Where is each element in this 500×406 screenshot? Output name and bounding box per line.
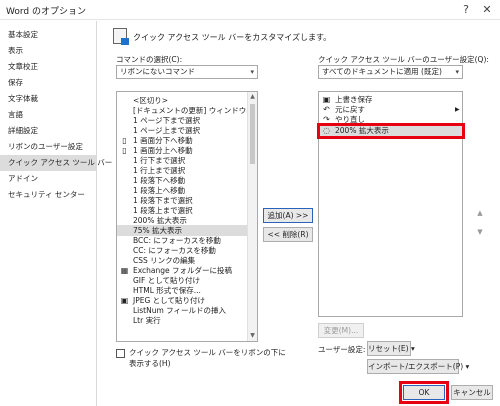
command-icon [120, 206, 129, 215]
move-down-icon[interactable]: ▼ [474, 226, 486, 238]
commands-dropdown[interactable]: リボンにないコマンド ▾ [116, 65, 258, 79]
command-icon [120, 126, 129, 135]
qat-list[interactable]: ▣ 上書き保存 ↶ 元に戻す ▶ ↷ やり直し ◌ 200% 拡大表示 [318, 91, 463, 317]
sidebar-item-language[interactable]: 言語 [0, 107, 96, 123]
help-icon[interactable]: ? [458, 2, 474, 18]
user-settings-label: ユーザー設定: [318, 345, 366, 354]
list-item[interactable]: ↷ やり直し [319, 114, 453, 125]
command-icon [120, 276, 129, 285]
page-icon: ▯ [122, 146, 127, 155]
image-icon: ▣ [120, 296, 129, 305]
sidebar-item-trust-center[interactable]: セキュリティ センター [0, 187, 96, 203]
show-below-ribbon-label: クイック アクセス ツール バーをリボンの下に表示する(H) [129, 348, 286, 368]
page-icon: ▯ [122, 136, 127, 145]
command-icon [120, 316, 129, 325]
scroll-up-icon[interactable]: ▲ [248, 92, 257, 102]
sidebar-item-proofing[interactable]: 文章校正 [0, 59, 96, 75]
sidebar-item-typography[interactable]: 文字体裁 [0, 91, 96, 107]
command-icon [120, 196, 129, 205]
command-icon [120, 116, 129, 125]
close-icon[interactable]: ✕ [479, 2, 495, 18]
chevron-down-icon: ▾ [250, 68, 254, 76]
command-icon [120, 186, 129, 195]
redo-icon: ↷ [323, 115, 330, 124]
command-icon [120, 176, 129, 185]
list-item-selected[interactable]: ◌ 200% 拡大表示 [319, 125, 462, 136]
scroll-down-icon[interactable]: ▼ [248, 331, 257, 341]
qat-scope-value: すべてのドキュメントに適用 (既定) [322, 67, 442, 76]
command-icon [120, 106, 129, 115]
import-export-button[interactable]: インポート/エクスポート(P) ▾ [367, 359, 469, 374]
list-item[interactable]: Ltr 実行 [117, 315, 248, 326]
sidebar-item-addins[interactable]: アドイン [0, 171, 96, 187]
command-icon [120, 286, 129, 295]
add-button[interactable]: 追加(A) >> [263, 208, 313, 223]
sidebar-item-advanced[interactable]: 詳細設定 [0, 123, 96, 139]
zoom-icon: ◌ [323, 126, 330, 135]
cancel-button[interactable]: キャンセル [451, 385, 493, 400]
undo-icon: ↶ [323, 105, 330, 114]
exchange-folder-icon: ▦ [120, 266, 129, 275]
commands-dropdown-value: リボンにないコマンド [120, 67, 195, 76]
sidebar-item-customize-ribbon[interactable]: リボンのユーザー設定 [0, 139, 96, 155]
command-icon [120, 96, 129, 105]
command-icon [120, 236, 129, 245]
command-icon [120, 256, 129, 265]
submenu-arrow-icon: ▶ [455, 106, 460, 113]
command-icon [120, 156, 129, 165]
command-icon [120, 226, 129, 235]
save-icon: ▣ [322, 95, 331, 104]
remove-button[interactable]: << 削除(R) [263, 227, 313, 242]
scroll-thumb[interactable] [250, 104, 255, 164]
command-icon [120, 246, 129, 255]
qat-scope-dropdown[interactable]: すべてのドキュメントに適用 (既定) ▾ [318, 65, 463, 79]
commands-list[interactable]: <区切り> [ドキュメントの更新] ウィンドウの... 1 ページ下まで選択 1… [116, 91, 258, 342]
customize-toolbar-icon [113, 28, 129, 45]
command-icon [120, 216, 129, 225]
modify-button[interactable]: 変更(M)... [318, 323, 364, 338]
sidebar-item-display[interactable]: 表示 [0, 43, 96, 59]
options-sidebar: 基本設定 表示 文章校正 保存 文字体裁 言語 詳細設定 リボンのユーザー設定 … [0, 21, 112, 406]
show-below-ribbon-checkbox[interactable] [116, 349, 125, 358]
command-icon [120, 306, 129, 315]
window-title: Word のオプション [6, 7, 86, 17]
reset-button[interactable]: リセット(E) ▾ [367, 341, 415, 356]
chevron-down-icon: ▾ [455, 68, 459, 76]
sidebar-item-quick-access-toolbar[interactable]: クイック アクセス ツール バー [0, 155, 112, 171]
sidebar-item-save[interactable]: 保存 [0, 75, 96, 91]
commands-scrollbar[interactable]: ▲ ▼ [247, 92, 257, 341]
commands-label: コマンドの選択(C): [116, 55, 183, 64]
move-up-icon[interactable]: ▲ [474, 207, 486, 219]
sidebar-item-general[interactable]: 基本設定 [0, 27, 96, 43]
title-bar: Word のオプション ? ✕ [0, 0, 500, 20]
qat-label: クイック アクセス ツール バーのユーザー設定(Q): [318, 55, 489, 64]
command-icon [120, 166, 129, 175]
ok-button[interactable]: OK [403, 385, 445, 400]
page-heading: クイック アクセス ツール バーをカスタマイズします。 [133, 33, 332, 42]
